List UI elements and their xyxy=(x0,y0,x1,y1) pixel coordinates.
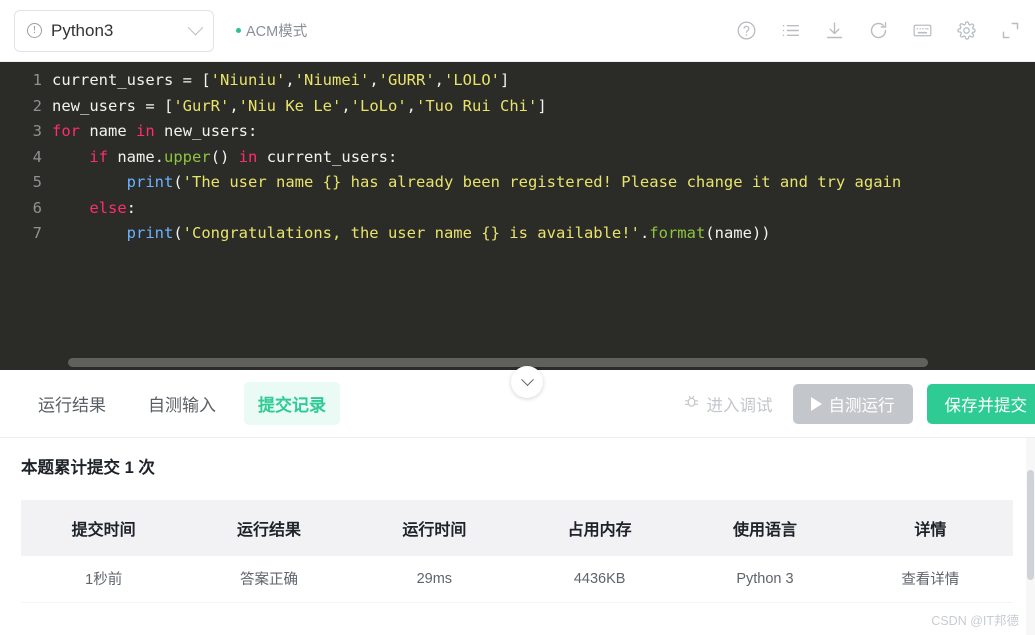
cell-run-time: 29ms xyxy=(351,556,517,603)
column-header-run-result: 运行结果 xyxy=(186,500,352,556)
column-header-submit-time: 提交时间 xyxy=(21,500,187,556)
code-content[interactable]: 1 current_users = ['Niuniu','Niumei','GUR… xyxy=(0,62,1035,247)
cell-submit-time: 1秒前 xyxy=(21,556,187,603)
column-header-detail: 详情 xyxy=(847,500,1013,556)
column-header-memory: 占用内存 xyxy=(516,500,683,556)
table-row: 1秒前 答案正确 29ms 4436KB Python 3 查看详情 xyxy=(21,556,1013,603)
gear-icon[interactable] xyxy=(955,20,977,42)
self-test-run-label: 自测运行 xyxy=(828,396,895,415)
editor-horizontal-scroll-thumb[interactable] xyxy=(68,358,928,367)
action-button-group: 进入调试 自测运行 保存并提交 xyxy=(677,383,1035,424)
enter-debug-button[interactable]: 进入调试 xyxy=(677,384,779,424)
chevron-down-icon xyxy=(520,372,534,386)
code-editor[interactable]: 1 current_users = ['Niuniu','Niumei','GUR… xyxy=(0,62,1035,370)
column-header-run-time: 运行时间 xyxy=(351,500,517,556)
table-header-row: 提交时间 运行结果 运行时间 占用内存 使用语言 详情 xyxy=(21,500,1013,556)
code-practice-page: ! Python3 ACM模式 1 current_users = ['Niun… xyxy=(0,0,1035,635)
acm-mode-indicator: ACM模式 xyxy=(236,20,307,41)
tab-group: 运行结果 自测输入 提交记录 xyxy=(24,382,340,425)
collapse-editor-button[interactable] xyxy=(511,366,543,398)
acm-mode-label: ACM模式 xyxy=(246,24,308,40)
download-icon[interactable] xyxy=(823,20,845,42)
editor-toolbar: ! Python3 ACM模式 xyxy=(0,0,1035,62)
toolbar-icon-group xyxy=(735,20,1035,42)
watermark: CSDN @IT邦德 xyxy=(931,614,1019,628)
page-vertical-scroll-thumb[interactable] xyxy=(1027,470,1034,580)
enter-debug-label: 进入调试 xyxy=(706,396,773,415)
list-icon[interactable] xyxy=(779,20,801,42)
cell-view-detail-link[interactable]: 查看详情 xyxy=(847,556,1013,603)
expand-icon[interactable] xyxy=(999,20,1021,42)
save-and-submit-button[interactable]: 保存并提交 xyxy=(926,383,1035,424)
submission-table: 提交时间 运行结果 运行时间 占用内存 使用语言 详情 1秒前 答案正确 29m… xyxy=(21,500,1013,603)
column-header-language: 使用语言 xyxy=(682,500,848,556)
cell-memory: 4436KB xyxy=(516,556,683,603)
refresh-icon[interactable] xyxy=(867,20,889,42)
cell-language: Python 3 xyxy=(682,556,848,603)
submission-record-panel: 本题累计提交 1 次 提交时间 运行结果 运行时间 占用内存 使用语言 详情 1… xyxy=(0,438,1035,635)
language-select-value: Python3 xyxy=(51,20,114,40)
submission-count-title: 本题累计提交 1 次 xyxy=(21,459,155,477)
keyboard-icon[interactable] xyxy=(911,20,933,42)
bug-icon xyxy=(683,393,700,415)
tab-label: 提交记录 xyxy=(258,396,326,415)
tab-submission-record[interactable]: 提交记录 xyxy=(244,382,340,425)
tab-label: 运行结果 xyxy=(38,396,106,415)
exclamation-circle-icon: ! xyxy=(27,23,42,38)
cell-run-result[interactable]: 答案正确 xyxy=(186,556,352,603)
tab-self-test-input[interactable]: 自测输入 xyxy=(134,382,230,425)
language-select[interactable]: ! Python3 xyxy=(14,9,214,52)
tab-label: 自测输入 xyxy=(148,396,216,415)
play-icon xyxy=(810,396,822,411)
save-and-submit-label: 保存并提交 xyxy=(944,396,1028,415)
self-test-run-button[interactable]: 自测运行 xyxy=(792,383,913,424)
help-icon[interactable] xyxy=(735,20,757,42)
chevron-down-icon xyxy=(187,19,204,36)
status-dot-icon xyxy=(236,28,241,33)
tab-run-result[interactable]: 运行结果 xyxy=(24,382,120,425)
